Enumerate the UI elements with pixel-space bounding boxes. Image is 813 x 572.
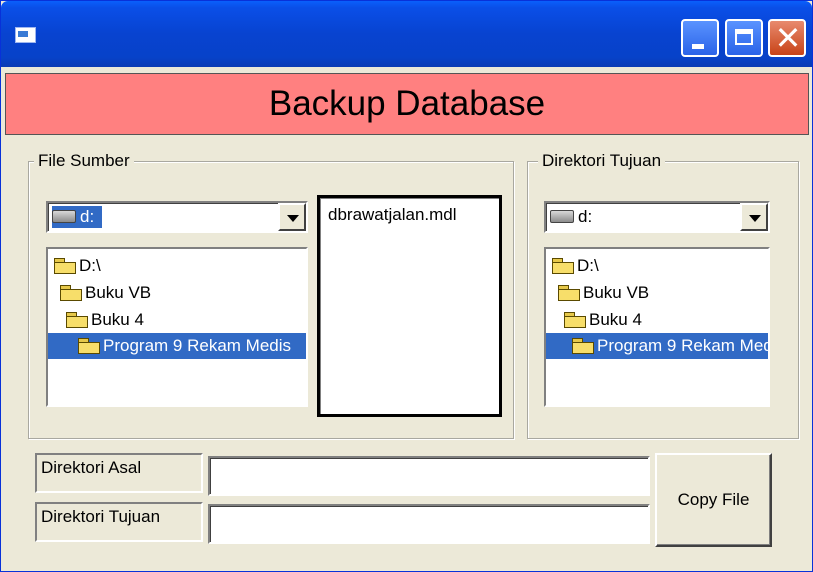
copy-file-button[interactable]: Copy File <box>655 453 772 547</box>
dir-item[interactable]: D:\ <box>54 253 101 279</box>
open-folder-icon <box>60 284 82 301</box>
close-button[interactable]: ✕ <box>768 19 806 57</box>
backup-window: ✕ Backup Database File Sumber d: D:\ Buk… <box>0 0 813 572</box>
direktori-tujuan-field[interactable] <box>208 504 650 544</box>
direktori-asal-label: Direktori Asal <box>35 453 203 493</box>
maximize-icon <box>735 29 753 45</box>
source-group-legend: File Sumber <box>34 150 134 172</box>
file-item[interactable]: dbrawatjalan.mdl <box>328 204 457 226</box>
open-folder-icon <box>564 311 586 328</box>
dir-item-selected[interactable]: Program 9 Rekam Medis <box>48 333 306 359</box>
page-title: Backup Database <box>5 73 809 135</box>
open-folder-icon <box>552 257 574 274</box>
dir-item[interactable]: D:\ <box>552 253 599 279</box>
dir-item[interactable]: Buku 4 <box>564 307 642 333</box>
title-bar[interactable]: ✕ <box>1 1 812 67</box>
chevron-down-icon[interactable] <box>278 203 306 231</box>
open-folder-icon <box>66 311 88 328</box>
drive-icon <box>550 209 574 223</box>
dest-drive-value: d: <box>550 206 600 228</box>
minimize-button[interactable] <box>681 19 719 57</box>
app-icon[interactable] <box>15 27 36 43</box>
dir-item[interactable]: Buku 4 <box>66 307 144 333</box>
dir-item[interactable]: Buku VB <box>558 280 649 306</box>
maximize-button[interactable] <box>725 19 763 57</box>
source-drive-value: d: <box>52 206 103 228</box>
dest-dir-list[interactable]: D:\ Buku VB Buku 4 Program 9 Rekam Medis <box>544 247 770 407</box>
open-folder-icon <box>54 257 76 274</box>
drive-icon <box>52 209 76 223</box>
dest-group-legend: Direktori Tujuan <box>538 150 666 172</box>
chevron-down-icon[interactable] <box>740 203 768 231</box>
source-drive-combo[interactable]: d: <box>46 201 308 233</box>
source-dir-list[interactable]: D:\ Buku VB Buku 4 Program 9 Rekam Medis <box>46 247 308 407</box>
minimize-icon <box>692 44 704 49</box>
direktori-asal-field[interactable] <box>208 456 650 496</box>
dir-item[interactable]: Buku VB <box>60 280 151 306</box>
open-folder-icon <box>558 284 580 301</box>
dest-drive-combo[interactable]: d: <box>544 201 770 233</box>
close-icon: ✕ <box>774 19 802 57</box>
open-folder-icon <box>572 337 594 354</box>
direktori-tujuan-label: Direktori Tujuan <box>35 502 203 542</box>
open-folder-icon <box>78 337 100 354</box>
dir-item-selected[interactable]: Program 9 Rekam Medis <box>546 333 768 359</box>
source-file-list[interactable]: dbrawatjalan.mdl <box>317 195 502 417</box>
